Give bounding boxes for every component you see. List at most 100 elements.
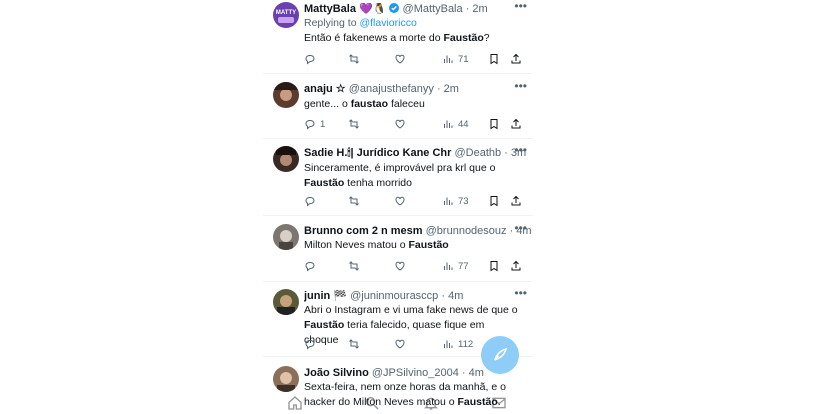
tweet-actions: 73 [304,194,524,208]
replying-to: Replying to @flavioricco [304,17,417,29]
avatar[interactable] [273,224,299,250]
timestamp[interactable]: · 4m [462,367,484,379]
tweet-header: Brunno com 2 n mesm @brunnodesouz · 4m [304,225,533,238]
tweet-text-highlight: faustao [350,98,389,110]
home-tab[interactable] [287,395,303,411]
like-button[interactable] [394,259,406,273]
more-options-icon[interactable]: ••• [514,80,527,92]
share-button[interactable] [510,259,522,273]
more-options-icon[interactable]: ••• [514,222,527,234]
retweet-button[interactable] [348,117,360,131]
avatar[interactable] [273,146,299,172]
bookmark-button[interactable] [488,117,500,131]
views-count: 44 [458,118,469,130]
compose-icon [494,347,508,361]
notifications-tab[interactable] [423,395,439,411]
tweet-actions: 77 [304,259,524,273]
views-count: 73 [458,195,469,207]
bookmark-button[interactable] [488,194,500,208]
views-button[interactable]: 112 [442,337,473,351]
retweet-button[interactable] [348,259,360,273]
reply-icon [305,55,315,65]
tweet-header: Sadie H.🕯| Jurídico Kane Chr @Deathb · 3… [304,147,533,160]
share-icon [511,195,521,206]
user-handle[interactable]: @JPSilvino_2004 [372,367,459,379]
notifications-icon [424,397,438,410]
display-name[interactable]: João Silvino [304,367,369,379]
tweet-text-a: Abri o Instagram e vi uma fake news de q… [304,304,518,316]
share-button[interactable] [510,52,522,66]
user-handle[interactable]: @MattyBala [403,3,463,15]
replying-to-handle[interactable]: @flavioricco [359,17,416,29]
tweet-header: MattyBala 💜🐧 @MattyBala · 2m [304,3,533,16]
messages-icon [492,397,506,409]
views-button[interactable]: 44 [442,117,469,131]
like-button[interactable] [394,194,406,208]
reply-icon [305,197,315,207]
share-button[interactable] [510,117,522,131]
reply-button[interactable]: 1 [304,117,325,131]
reply-button[interactable] [304,259,316,273]
retweet-button[interactable] [348,337,360,351]
views-button[interactable]: 71 [442,52,469,66]
tweet-actions: 1 44 [304,117,524,131]
tweet[interactable]: Sadie H.🕯| Jurídico Kane Chr @Deathb · 3… [263,139,533,216]
like-button[interactable] [394,337,406,351]
user-handle[interactable]: @Deathb [454,147,501,159]
compose-button[interactable] [481,336,519,374]
user-handle[interactable]: @juninmourasccp [350,290,438,302]
more-options-icon[interactable]: ••• [514,0,527,12]
more-options-icon[interactable]: ••• [514,287,527,299]
avatar[interactable] [273,82,299,108]
tweet[interactable]: anaju ☆ @anajusthefanyy · 2m ••• gente..… [263,77,533,139]
views-button[interactable]: 73 [442,194,469,208]
views-icon [444,340,453,348]
views-icon [444,197,453,205]
retweet-button[interactable] [348,52,360,66]
bookmark-icon [490,196,498,207]
avatar[interactable] [273,289,299,315]
views-button[interactable]: 77 [442,259,469,273]
messages-tab[interactable] [491,395,507,411]
reply-button[interactable] [304,194,316,208]
retweet-icon [349,54,359,64]
timestamp[interactable]: · 2m [437,83,459,95]
display-name[interactable]: anaju ☆ [304,83,346,95]
share-button[interactable] [510,194,522,208]
search-tab[interactable] [364,395,380,411]
user-handle[interactable]: @brunnodesouz [426,225,507,237]
bookmark-button[interactable] [488,52,500,66]
views-count: 71 [458,53,469,65]
display-name[interactable]: Brunno com 2 n mesm [304,225,423,237]
tweet[interactable]: Brunno com 2 n mesm @brunnodesouz · 4m •… [263,216,533,282]
timestamp[interactable]: · 4m [441,290,463,302]
verified-icon [389,3,400,13]
tweet-text-a: Sinceramente, é improvável pra krl que o [304,162,496,174]
reply-count: 1 [320,118,326,130]
like-button[interactable] [394,52,406,66]
timestamp[interactable]: · 2m [466,3,488,15]
tweet-actions: 71 [304,52,524,66]
reply-button[interactable] [304,337,316,351]
display-name[interactable]: junin 🏁 [304,290,347,302]
tweet-text-highlight: Faustão [304,319,345,331]
display-name[interactable]: MattyBala 💜🐧 [304,3,386,15]
tweet-header: junin 🏁 @juninmourasccp · 4m [304,290,533,303]
tweet-header: anaju ☆ @anajusthefanyy · 2m [304,83,533,96]
more-options-icon[interactable]: ••• [514,144,527,156]
retweet-button[interactable] [348,194,360,208]
bookmark-button[interactable] [488,259,500,273]
retweet-icon [349,196,359,206]
display-name[interactable]: Sadie H.🕯| Jurídico Kane Chr [304,147,451,159]
retweet-icon [349,261,359,271]
reply-button[interactable] [304,52,316,66]
tweet[interactable]: MATTY MattyBala 💜🐧 @MattyBala · 2m ••• R… [263,0,533,74]
avatar[interactable]: MATTY [273,2,299,28]
share-icon [511,260,521,271]
bottom-navigation [263,392,533,414]
like-button[interactable] [394,117,406,131]
avatar[interactable] [273,366,299,392]
tweet-text-a: Então é fakenews a morte do [304,32,444,44]
user-handle[interactable]: @anajusthefanyy [349,83,434,95]
like-icon [395,54,405,64]
